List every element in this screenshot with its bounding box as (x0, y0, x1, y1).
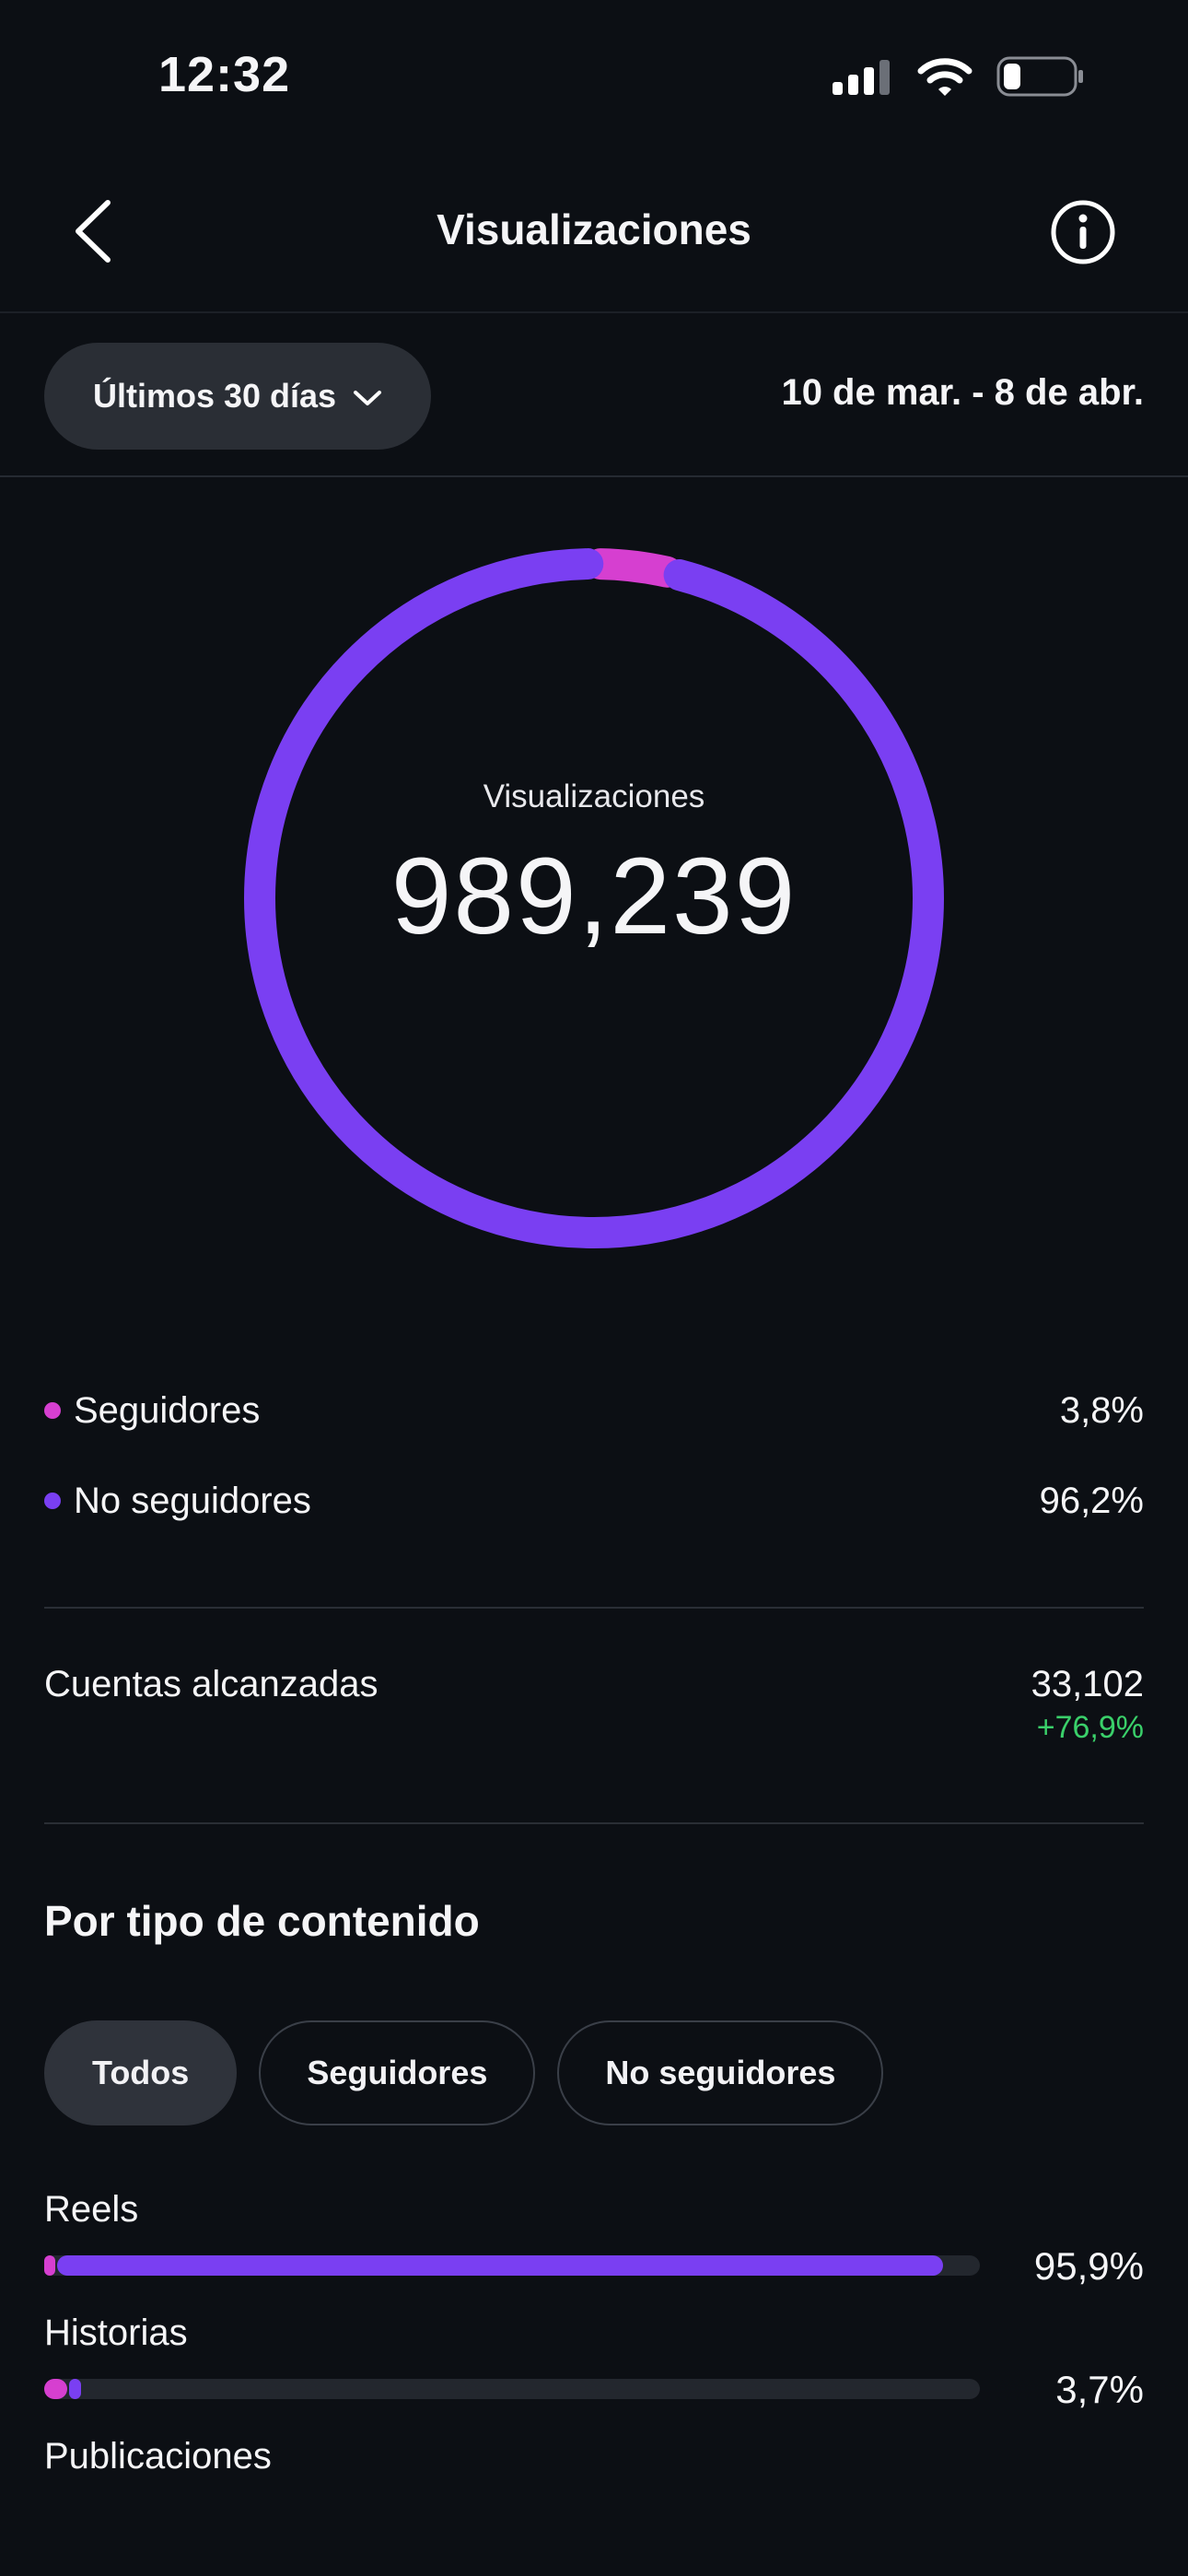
status-time: 12:32 (158, 47, 291, 102)
section-title-content-type: Por tipo de contenido (44, 1897, 480, 1945)
chip-all[interactable]: Todos (44, 2020, 238, 2125)
chip-non-followers[interactable]: No seguidores (557, 2020, 884, 2125)
accounts-reached-value: 33,102 (1031, 1664, 1144, 1704)
content-bar-label: Publicaciones (44, 2436, 272, 2476)
content-bar-non-followers-fill (57, 2255, 944, 2276)
chip-followers[interactable]: Seguidores (259, 2020, 536, 2125)
date-range-text: 10 de mar. - 8 de abr. (781, 372, 1144, 413)
divider (44, 1822, 1144, 1824)
content-bar-track (44, 2255, 980, 2276)
legend-label-followers: Seguidores (74, 1389, 261, 1431)
divider (44, 1607, 1144, 1609)
battery-icon (996, 55, 1085, 102)
filter-bar: Últimos 30 días 10 de mar. - 8 de abr. (0, 313, 1188, 477)
content-bar-reels[interactable]: Reels 95,9% (44, 2189, 1144, 2288)
accounts-reached-row[interactable]: Cuentas alcanzadas 33,102 +76,9% (44, 1658, 1144, 1760)
page-title: Visualizaciones (437, 205, 751, 253)
content-bar-label: Historias (44, 2313, 188, 2353)
accounts-reached-delta: +76,9% (1036, 1710, 1144, 1745)
status-icons (833, 55, 1085, 101)
cellular-signal-icon (833, 58, 893, 100)
legend-value-non-followers: 96,2% (1039, 1480, 1144, 1521)
content-bar-stories[interactable]: Historias 3,7% (44, 2313, 1144, 2411)
legend-label-non-followers: No seguidores (74, 1480, 311, 1521)
content-bar-non-followers-fill (69, 2379, 81, 2399)
donut-label: Visualizaciones (483, 779, 705, 814)
legend-row-non-followers: No seguidores 96,2% (44, 1469, 1144, 1533)
content-bar-percent: 3,7% (1055, 2368, 1144, 2411)
legend-value-followers: 3,8% (1059, 1389, 1144, 1431)
legend-dot-followers (44, 1402, 61, 1419)
content-bar-label: Reels (44, 2189, 139, 2230)
content-filter-chips: Todos Seguidores No seguidores (44, 2020, 884, 2125)
info-icon (1050, 199, 1116, 270)
status-bar: 12:32 (0, 0, 1188, 157)
donut-total-value: 989,239 (390, 836, 798, 957)
legend-dot-non-followers (44, 1493, 61, 1509)
date-range-dropdown[interactable]: Últimos 30 días (44, 343, 431, 450)
views-donut-chart: Visualizaciones 989,239 (244, 548, 944, 1248)
accounts-reached-label: Cuentas alcanzadas (44, 1664, 379, 1704)
legend-row-followers: Seguidores 3,8% (44, 1378, 1144, 1443)
content-bar-followers-fill (44, 2255, 56, 2276)
chevron-down-icon (353, 377, 382, 416)
date-range-dropdown-label: Últimos 30 días (92, 377, 337, 415)
info-button[interactable] (1039, 190, 1127, 278)
content-bar-posts[interactable]: Publicaciones (44, 2436, 1144, 2477)
content-bar-percent: 95,9% (1033, 2244, 1144, 2288)
nav-bar: Visualizaciones (0, 157, 1188, 313)
content-bar-followers-fill (44, 2379, 68, 2399)
wifi-icon (917, 56, 973, 101)
content-bar-track (44, 2379, 980, 2399)
